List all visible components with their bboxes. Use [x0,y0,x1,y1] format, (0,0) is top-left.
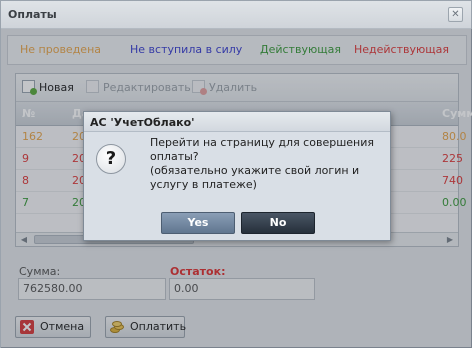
dialog-message-line: оплаты? [150,150,199,163]
dialog-titlebar: АС 'УчетОблако' [84,112,390,132]
window-title: Оплаты [8,8,57,21]
close-icon[interactable]: ✕ [448,7,463,22]
confirm-dialog: АС 'УчетОблако' ? Перейти на страницу дл… [83,111,391,241]
yes-button[interactable]: Yes [161,212,235,234]
dialog-message: Перейти на страницу для совершения оплат… [150,136,374,192]
payments-window: Оплаты ✕ Не проведена Не вступила в силу… [0,0,472,348]
window-titlebar: Оплаты ✕ [1,1,471,29]
dialog-message-line: услугу в платеже) [150,178,257,191]
dialog-message-line: Перейти на страницу для совершения [150,136,374,149]
dialog-title: АС 'УчетОблако' [90,116,195,129]
dialog-message-line: (обязательно укажите свой логин и [150,164,360,177]
question-icon: ? [96,144,126,174]
no-button[interactable]: No [241,212,315,234]
